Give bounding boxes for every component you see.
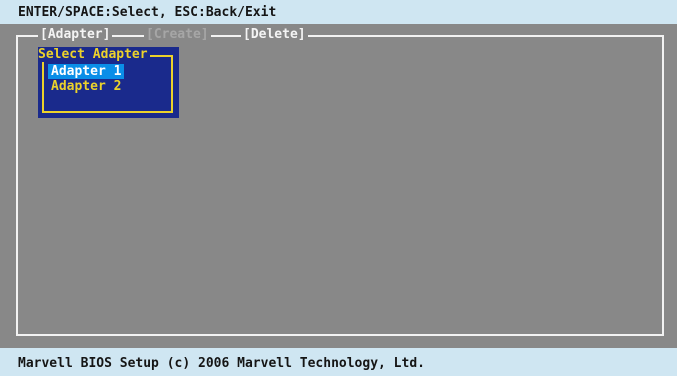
main-workspace: [Adapter] [Create] [Delete] Select Adapt… (0, 24, 677, 348)
adapter-option-1[interactable]: Adapter 1 (48, 64, 125, 79)
tab-adapter[interactable]: [Adapter] (38, 27, 113, 42)
copyright-text: Marvell BIOS Setup (c) 2006 Marvell Tech… (18, 356, 425, 371)
status-bar: Marvell BIOS Setup (c) 2006 Marvell Tech… (0, 348, 677, 376)
help-bar: ENTER/SPACE:Select, ESC:Back/Exit (0, 0, 677, 24)
adapter-option-2[interactable]: Adapter 2 (48, 79, 124, 94)
tab-create[interactable]: [Create] (144, 27, 211, 42)
select-adapter-dialog: Select Adapter Adapter 1 Adapter 2 (38, 47, 179, 118)
tab-delete[interactable]: [Delete] (241, 27, 308, 42)
help-text: ENTER/SPACE:Select, ESC:Back/Exit (18, 5, 277, 20)
dialog-title: Select Adapter (38, 47, 150, 62)
